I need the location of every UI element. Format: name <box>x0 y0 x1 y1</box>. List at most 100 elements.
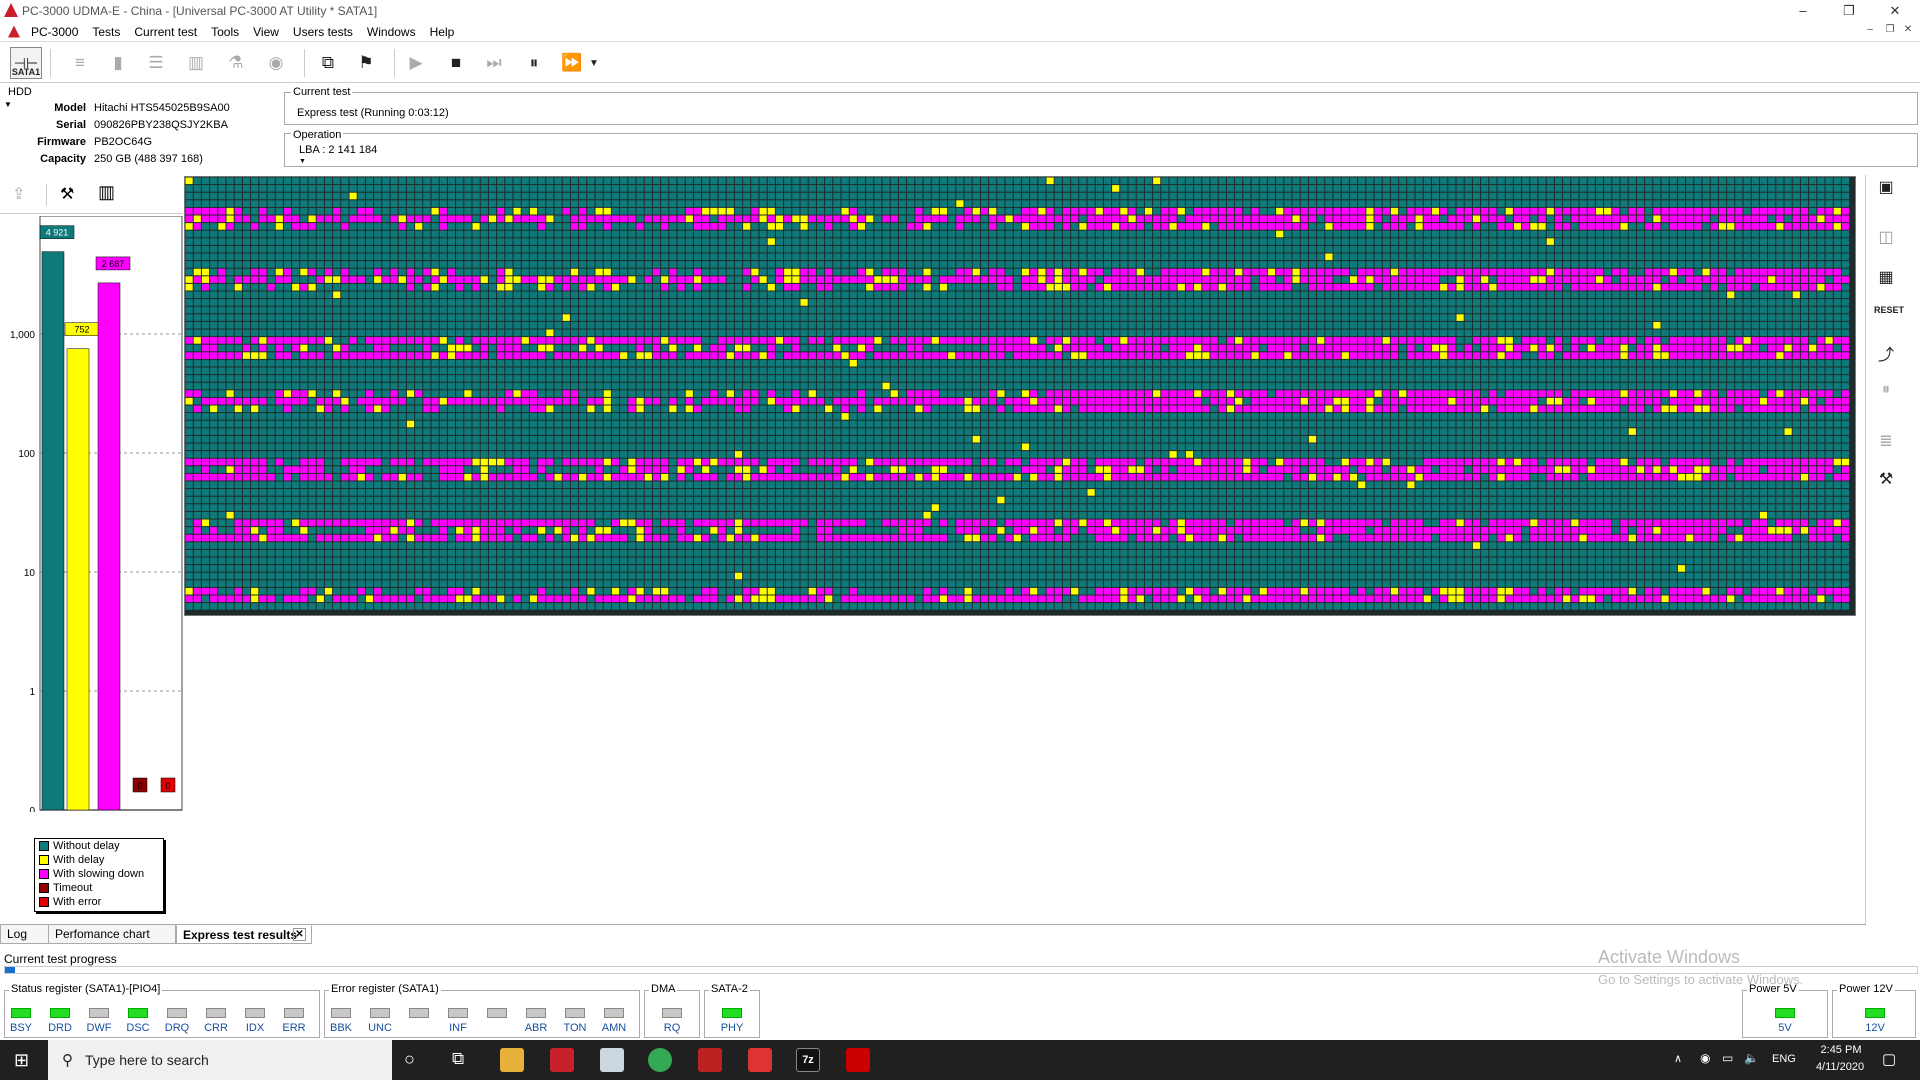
mdi-restore-icon[interactable]: ❐ <box>1882 24 1898 38</box>
block-cell <box>1415 314 1423 321</box>
block-cell <box>1062 200 1071 207</box>
close-button[interactable]: ✕ <box>1872 0 1918 22</box>
block-cell <box>1645 344 1653 352</box>
block-cell <box>669 177 677 185</box>
minimize-button[interactable]: – <box>1780 0 1826 22</box>
block-cell <box>989 177 997 185</box>
block-cell <box>1259 223 1267 230</box>
block-cell <box>751 321 759 329</box>
block-cell <box>1431 192 1440 200</box>
sata1-port-button[interactable]: ⊣⊢ SATA1 <box>10 47 42 79</box>
block-cell <box>923 192 931 200</box>
play-icon[interactable]: ▶ <box>400 47 432 79</box>
block-cell <box>1800 215 1809 223</box>
block-cell <box>661 306 669 314</box>
block-cell <box>595 344 603 352</box>
dropdown-icon[interactable]: ▼ <box>586 47 602 79</box>
export-icon[interactable]: ⇪ <box>12 184 25 204</box>
runner-icon[interactable]: ⚑ <box>350 47 382 79</box>
block-cell <box>439 306 447 314</box>
menu-help[interactable]: Help <box>423 25 462 39</box>
block-cell <box>1727 245 1735 253</box>
mdi-minimize-icon[interactable]: – <box>1862 24 1878 38</box>
chart-icon[interactable]: ▥ <box>98 182 115 203</box>
block-cell <box>1497 185 1505 192</box>
block-cell <box>652 207 661 215</box>
mdi-close-icon[interactable]: ✕ <box>1900 24 1916 38</box>
block-cell <box>1317 337 1325 344</box>
block-cell <box>579 306 587 314</box>
block-cell <box>1694 253 1702 261</box>
block-cell <box>242 245 251 253</box>
flask-icon[interactable]: ⚗ <box>220 47 252 79</box>
menu-windows[interactable]: Windows <box>360 25 423 39</box>
block-cell <box>1415 192 1423 200</box>
block-cell <box>390 238 398 245</box>
tools-icon[interactable]: ⚒ <box>60 184 74 204</box>
drive-icon[interactable]: ▮ <box>102 47 134 79</box>
block-cell <box>734 268 743 276</box>
pause-icon[interactable]: ⏸ <box>518 47 550 79</box>
block-cell <box>702 321 710 329</box>
menu-tools[interactable]: Tools <box>204 25 246 39</box>
block-cell <box>1194 352 1202 359</box>
block-cell <box>948 283 956 291</box>
block-cell <box>341 299 349 306</box>
block-cell <box>915 261 923 268</box>
block-cell <box>1481 192 1489 200</box>
block-cell <box>398 200 406 207</box>
operation-dropdown-icon[interactable]: ▼ <box>299 158 306 165</box>
block-cell <box>718 253 726 261</box>
block-cell <box>398 223 406 230</box>
menu-pc3000[interactable]: PC-3000 <box>24 25 85 39</box>
step-icon[interactable]: ⏭ <box>478 47 510 79</box>
block-cell <box>349 230 357 238</box>
menu-current-test[interactable]: Current test <box>127 25 204 39</box>
block-cell <box>1751 344 1759 352</box>
block-cell <box>341 306 349 314</box>
block-cell <box>611 177 620 185</box>
block-cell <box>1489 192 1497 200</box>
block-cell <box>1620 177 1628 185</box>
block-cell <box>1259 238 1267 245</box>
block-cell <box>579 329 587 337</box>
block-cell <box>825 321 833 329</box>
block-cell <box>1259 245 1267 253</box>
block-cell <box>882 276 890 283</box>
menu-app-icon[interactable] <box>8 25 20 38</box>
list-icon[interactable]: ☰ <box>140 47 172 79</box>
block-cell <box>1382 200 1390 207</box>
block-cell <box>866 352 874 359</box>
block-cell <box>1423 177 1431 185</box>
fast-forward-icon[interactable]: ⏩ <box>556 47 588 79</box>
block-cell <box>1087 268 1095 276</box>
block-cell <box>882 283 890 291</box>
bars-icon[interactable]: ▥ <box>180 47 212 79</box>
block-cell <box>554 337 562 344</box>
block-cell <box>693 192 702 200</box>
block-cell <box>308 261 316 268</box>
stop-icon[interactable]: ■ <box>440 47 472 79</box>
copy-icon[interactable]: ⧉ <box>312 47 344 79</box>
block-cell <box>1686 238 1694 245</box>
block-cell <box>1817 337 1825 344</box>
block-cell <box>767 223 775 230</box>
block-cell <box>1563 344 1571 352</box>
block-cell <box>677 177 685 185</box>
block-cell <box>1144 192 1153 200</box>
block-cell <box>456 268 464 276</box>
block-cell <box>308 299 316 306</box>
block-cell <box>972 283 980 291</box>
block-cell <box>1161 223 1169 230</box>
menu-users-tests[interactable]: Users tests <box>286 25 360 39</box>
block-cell <box>1185 192 1194 200</box>
block-cell <box>775 215 784 223</box>
disk-icon[interactable]: ◉ <box>260 47 292 79</box>
menu-tests[interactable]: Tests <box>85 25 127 39</box>
maximize-button[interactable]: ❐ <box>1826 0 1872 22</box>
block-cell <box>1587 207 1595 215</box>
heads-icon[interactable]: ≡ <box>64 47 96 79</box>
block-cell <box>1554 352 1563 359</box>
block-cell <box>997 215 1005 223</box>
menu-view[interactable]: View <box>246 25 286 39</box>
